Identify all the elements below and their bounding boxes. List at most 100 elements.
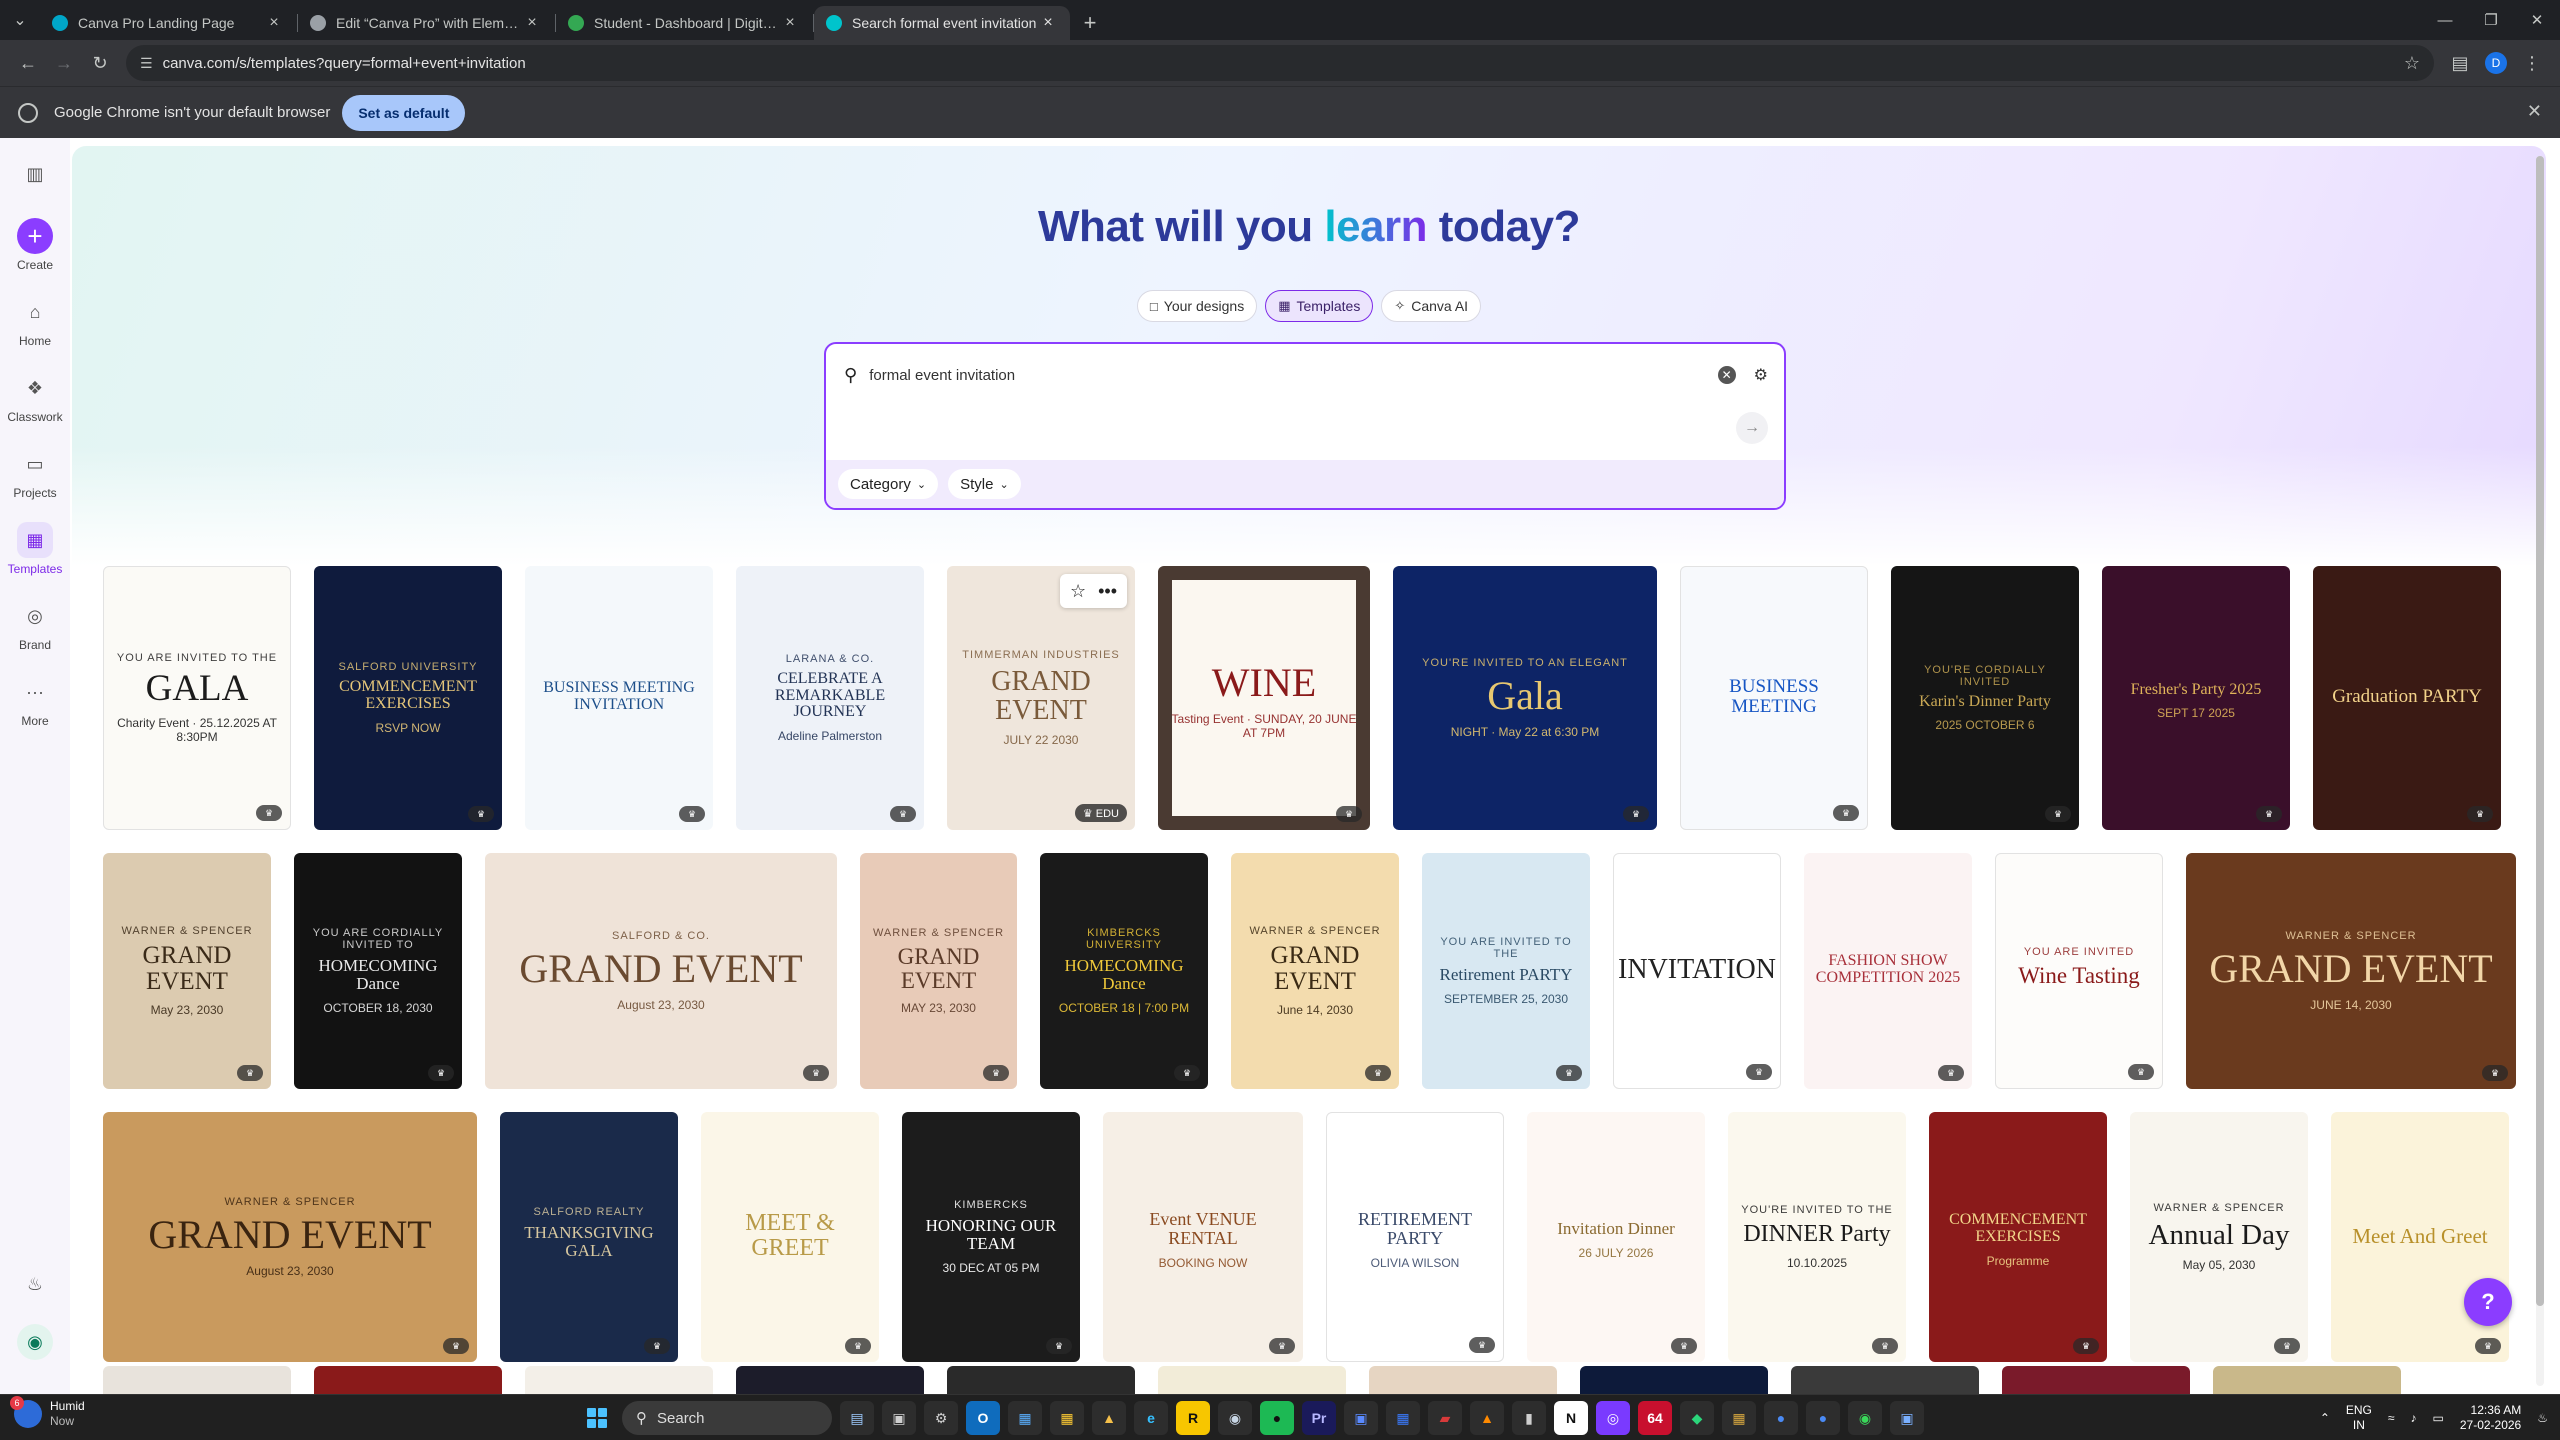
submit-search-button[interactable]: → <box>1736 412 1768 444</box>
filter-style-dropdown[interactable]: Style ⌄ <box>948 469 1021 499</box>
rail-item-home[interactable]: ⌂ Home <box>0 294 70 349</box>
template-card[interactable]: Invitation Dinner 26 JULY 2026 ♛ <box>1527 1112 1705 1362</box>
rail-item-templates[interactable]: ▦ Templates <box>0 522 70 576</box>
template-card[interactable] <box>947 1366 1135 1394</box>
taskbar-app-icon[interactable]: ⚙ <box>924 1401 958 1435</box>
rail-item-projects[interactable]: ▭ Projects <box>0 446 70 501</box>
taskbar-app-icon[interactable]: ▣ <box>1890 1401 1924 1435</box>
start-button[interactable] <box>580 1401 614 1435</box>
template-card[interactable]: Salford & Co. GRAND EVENT August 23, 2030 ♛ <box>485 853 837 1089</box>
template-card[interactable]: BUSINESS MEETING ♛ <box>1680 566 1868 830</box>
tab-your-designs[interactable]: □ Your designs <box>1136 290 1258 322</box>
template-card[interactable] <box>2213 1366 2401 1394</box>
close-window-icon[interactable]: ✕ <box>2514 0 2560 40</box>
chrome-menu-icon[interactable]: ⋮ <box>2514 45 2550 81</box>
template-card[interactable]: You're Invited to the DINNER Party 10.10.2… <box>1728 1112 1906 1362</box>
taskbar-app-icon[interactable]: R <box>1176 1401 1210 1435</box>
taskbar-app-icon[interactable]: ◉ <box>1848 1401 1882 1435</box>
template-card[interactable]: Event VENUE RENTAL BOOKING NOW ♛ <box>1103 1112 1303 1362</box>
taskbar-app-icon[interactable]: ◎ <box>1596 1401 1630 1435</box>
template-card[interactable]: Salford University COMMENCEMENT EXERCISES… <box>314 566 502 830</box>
tab-canva-ai[interactable]: ✧ Canva AI <box>1381 290 1482 322</box>
tab-close-icon[interactable]: × <box>264 14 284 32</box>
template-card[interactable]: WINE Tasting Event · SUNDAY, 20 JUNE AT 7… <box>1158 566 1370 830</box>
template-card[interactable]: INVITATION ♛ <box>1613 853 1781 1089</box>
taskbar-search[interactable]: ⚲ Search <box>622 1401 832 1435</box>
template-card[interactable]: Warner & Spencer GRAND EVENT MAY 23, 2030 ♛ <box>860 853 1017 1089</box>
template-card[interactable]: You are cordially invited to HOMECOMING D… <box>294 853 462 1089</box>
template-card[interactable]: You're cordially invited Karin's Dinner P… <box>1891 566 2079 830</box>
notifications-button[interactable]: ♨ <box>0 1266 70 1306</box>
template-card[interactable]: Warner & Spencer Annual Day May 05, 2030 ♛ <box>2130 1112 2308 1362</box>
rail-item-create[interactable]: + Create <box>0 218 70 272</box>
taskbar-app-icon[interactable]: 64 <box>1638 1401 1672 1435</box>
infobar-close-icon[interactable]: ✕ <box>2527 101 2542 122</box>
reading-list-icon[interactable]: ▤ <box>2442 45 2478 81</box>
template-card[interactable]: Warner & Spencer GRAND EVENT June 14, 2030… <box>1231 853 1399 1089</box>
taskbar-app-icon[interactable]: N <box>1554 1401 1588 1435</box>
template-card[interactable] <box>103 1366 291 1394</box>
tab-search-icon[interactable]: ⌄ <box>0 0 40 40</box>
template-card[interactable]: Warner & Spencer GRAND EVENT May 23, 2030 ♛ <box>103 853 271 1089</box>
template-card[interactable]: RETIREMENT PARTY OLIVIA WILSON ♛ <box>1326 1112 1504 1362</box>
taskbar-app-icon[interactable]: ● <box>1260 1401 1294 1435</box>
filter-category-dropdown[interactable]: Category ⌄ <box>838 469 939 499</box>
rail-item-toggle[interactable]: ▥ <box>0 156 70 196</box>
taskbar-app-icon[interactable]: ▣ <box>1344 1401 1378 1435</box>
taskbar-app-icon[interactable]: O <box>966 1401 1000 1435</box>
taskbar-app-icon[interactable]: ▲ <box>1470 1401 1504 1435</box>
minimize-icon[interactable]: — <box>2422 0 2468 40</box>
template-card[interactable]: Kimbercks HONORING OUR TEAM 30 DEC AT 05 P… <box>902 1112 1080 1362</box>
weather-widget[interactable]: 6 Humid Now <box>10 1396 85 1429</box>
template-card[interactable]: MEET & GREET ♛ <box>701 1112 879 1362</box>
taskbar-app-icon[interactable]: ◉ <box>1218 1401 1252 1435</box>
taskbar-app-icon[interactable]: ▰ <box>1428 1401 1462 1435</box>
template-card[interactable]: Salford Realty THANKSGIVING GALA ♛ <box>500 1112 678 1362</box>
template-card[interactable] <box>736 1366 924 1394</box>
wifi-icon[interactable]: ≈ <box>2388 1411 2395 1425</box>
template-card[interactable]: FASHION SHOW COMPETITION 2025 ♛ <box>1804 853 1972 1089</box>
new-tab-button[interactable]: + <box>1072 6 1108 40</box>
tab-close-icon[interactable]: × <box>522 14 542 32</box>
template-card[interactable]: Kimbercks University HOMECOMING Dance OCTO… <box>1040 853 1208 1089</box>
browser-tab[interactable]: Edit “Canva Pro” with Elemento × <box>298 6 556 40</box>
tab-templates[interactable]: ▦ Templates <box>1265 290 1374 322</box>
template-card[interactable]: Fresher's Party 2025 SEPT 17 2025 ♛ <box>2102 566 2290 830</box>
template-card[interactable]: You are invited to the Retirement PARTY SE… <box>1422 853 1590 1089</box>
back-icon[interactable]: ← <box>10 45 46 81</box>
template-card[interactable] <box>525 1366 713 1394</box>
template-card[interactable]: Warner & Spencer GRAND EVENT JUNE 14, 2030… <box>2186 853 2516 1089</box>
taskbar-app-icon[interactable]: ▦ <box>1386 1401 1420 1435</box>
rail-item-classwork[interactable]: ❖ Classwork <box>0 370 70 425</box>
clear-search-icon[interactable]: ✕ <box>1717 366 1736 384</box>
search-input[interactable]: formal event invitation <box>869 367 1717 384</box>
taskbar-app-icon[interactable]: ▦ <box>1008 1401 1042 1435</box>
set-default-button[interactable]: Set as default <box>342 94 466 131</box>
template-card[interactable]: Timmerman Industries GRAND EVENT JULY 22 2… <box>947 566 1135 830</box>
taskbar-app-icon[interactable]: ▦ <box>1722 1401 1756 1435</box>
template-card[interactable]: You are invited to the GALA Charity Event … <box>103 566 291 830</box>
star-icon[interactable]: ☆ <box>1070 581 1086 602</box>
address-bar[interactable]: ☰ canva.com/s/templates?query=formal+eve… <box>126 45 2434 81</box>
browser-tab[interactable]: Canva Pro Landing Page × <box>40 6 298 40</box>
volume-icon[interactable]: ♪ <box>2411 1411 2417 1425</box>
template-card[interactable]: COMMENCEMENT EXERCISES Programme ♛ <box>1929 1112 2107 1362</box>
browser-tab[interactable]: Search formal event invitation × <box>814 6 1070 40</box>
taskbar-app-icon[interactable]: e <box>1134 1401 1168 1435</box>
page-scrollbar[interactable] <box>2536 156 2544 1386</box>
taskbar-app-icon[interactable]: ◆ <box>1680 1401 1714 1435</box>
template-card[interactable]: You're Invited to an Elegant Gala NIGHT · … <box>1393 566 1657 830</box>
restore-icon[interactable]: ❐ <box>2468 0 2514 40</box>
template-card[interactable]: Larana & Co. CELEBRATE A REMARKABLE JOURN… <box>736 566 924 830</box>
tab-close-icon[interactable]: × <box>1038 14 1058 32</box>
taskbar-app-icon[interactable]: Pr <box>1302 1401 1336 1435</box>
bookmark-star-icon[interactable]: ☆ <box>2404 53 2420 74</box>
tab-close-icon[interactable]: × <box>780 14 800 32</box>
forward-icon[interactable]: → <box>46 45 82 81</box>
taskbar-app-icon[interactable]: ▤ <box>840 1401 874 1435</box>
template-card[interactable] <box>1791 1366 1979 1394</box>
profile-avatar[interactable]: D <box>2478 45 2514 81</box>
taskbar-app-icon[interactable]: ▮ <box>1512 1401 1546 1435</box>
tray-overflow-icon[interactable]: ⌃ <box>2320 1411 2330 1425</box>
template-card[interactable] <box>1158 1366 1346 1394</box>
